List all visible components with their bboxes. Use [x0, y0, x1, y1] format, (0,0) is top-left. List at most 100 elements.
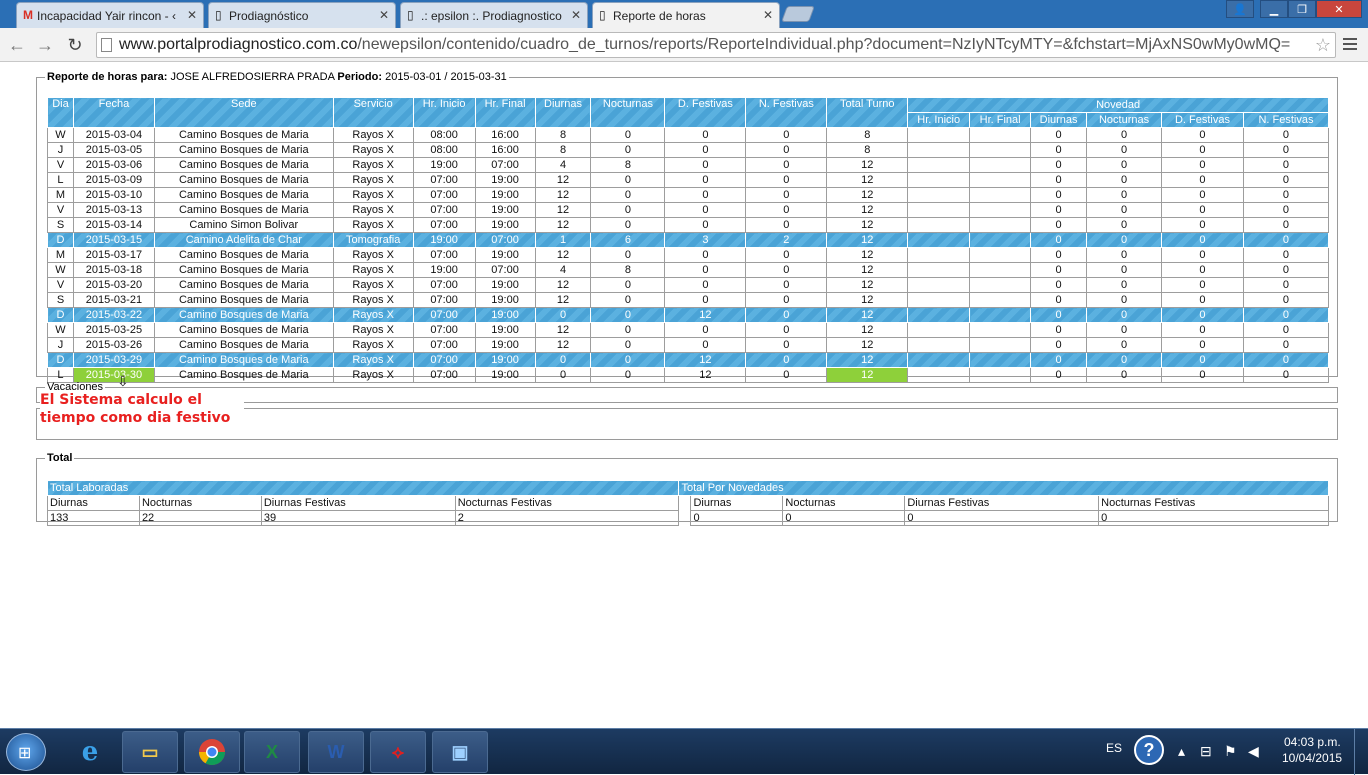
cell-fecha: 2015-03-09 [72, 172, 155, 188]
close-icon[interactable]: ✕ [763, 8, 773, 22]
column-header: Total Turno [826, 97, 909, 128]
language-indicator[interactable]: ES [1106, 741, 1122, 755]
cell-ini: 07:00 [412, 337, 476, 353]
action-center-flag-icon[interactable]: ⚑ [1224, 743, 1237, 760]
start-button[interactable]: ⊞ [6, 733, 46, 771]
show-desktop-button[interactable] [1354, 729, 1368, 775]
novedad-column-header: Diurnas [1030, 112, 1088, 128]
cell-servicio: Tomografia [332, 232, 414, 248]
minimize-button[interactable]: ▁ [1260, 0, 1288, 18]
explorer-icon[interactable]: ▭ [122, 731, 178, 773]
cell-diu: 12 [534, 292, 592, 308]
cell-sede: Camino Bosques de Maria [153, 292, 334, 308]
cell-novedad: 0 [1161, 127, 1244, 143]
cell-dia: J [47, 337, 74, 353]
cell-novedad: 0 [1086, 352, 1163, 368]
browser-toolbar: ← → ↻ www.portalprodiagnostico.com.co/ne… [0, 28, 1368, 62]
cell-noc: 0 [590, 142, 666, 158]
cell-dfe: 0 [664, 187, 747, 203]
cell-ini: 19:00 [412, 262, 476, 278]
bookmark-star-icon[interactable]: ☆ [1310, 33, 1331, 57]
cell-diu: 12 [534, 187, 592, 203]
cell-novedad: 0 [1242, 157, 1330, 173]
cell-dfe: 0 [664, 157, 747, 173]
network-icon[interactable]: ⊟ [1200, 743, 1212, 760]
cell-servicio: Rayos X [332, 262, 414, 278]
excel-icon[interactable]: X [244, 731, 300, 773]
back-arrow-icon[interactable]: ← [6, 34, 28, 56]
remote-desktop-icon[interactable]: ▣ [432, 731, 488, 773]
cell-novedad [907, 232, 971, 248]
new-tab-button[interactable] [781, 6, 815, 22]
word-icon[interactable]: W [308, 731, 364, 773]
show-hidden-icons-icon[interactable]: ▴ [1178, 743, 1185, 760]
maximize-button[interactable]: ❐ [1288, 0, 1316, 18]
cell-tot: 12 [826, 262, 909, 278]
total-fieldset: Total Total Laboradas Total Por Novedade… [36, 452, 1338, 526]
clock-date[interactable]: 10/04/2015 [1282, 751, 1342, 765]
total-legend: Total [47, 452, 73, 464]
close-window-button[interactable]: ✕ [1316, 0, 1362, 18]
close-icon[interactable]: ✕ [187, 8, 197, 22]
tab-reporte-de-horas[interactable]: ▯ Reporte de horas ✕ [592, 2, 780, 29]
cell-dfe: 0 [664, 337, 747, 353]
cell-servicio: Rayos X [332, 142, 414, 158]
forward-arrow-icon[interactable]: → [34, 34, 56, 56]
cell-diu: 12 [534, 172, 592, 188]
cell-novedad: 0 [1086, 217, 1163, 233]
cell-novedad: 0 [1161, 187, 1244, 203]
table-row: L 2015-03-09 Camino Bosques de Maria Rayos … [47, 172, 1330, 188]
cell-nfe: 0 [745, 172, 828, 188]
table-row: D 2015-03-22 Camino Bosques de Maria Rayos … [47, 307, 1330, 323]
cell-ini: 08:00 [412, 127, 476, 143]
page-icon: ▯ [215, 8, 222, 22]
volume-icon[interactable]: ◀ [1248, 743, 1259, 760]
acrobat-icon[interactable]: ⟡ [370, 731, 426, 773]
cell-dfe: 12 [664, 307, 747, 323]
cell-dia: V [47, 202, 74, 218]
cell-ini: 07:00 [412, 277, 476, 293]
cell-nfe: 0 [745, 247, 828, 263]
cell-novedad [907, 292, 971, 308]
cell-diu: 12 [534, 277, 592, 293]
page-icon [101, 38, 112, 52]
cell-fin: 19:00 [474, 307, 536, 323]
total-laboradas-header: Total Laboradas [46, 480, 680, 496]
cell-novedad: 0 [1161, 352, 1244, 368]
cell-fin: 19:00 [474, 352, 536, 368]
cell-ini: 07:00 [412, 202, 476, 218]
cell-fin: 07:00 [474, 232, 536, 248]
cell-fin: 16:00 [474, 127, 536, 143]
cell-dia: M [47, 187, 74, 203]
ie-icon[interactable]: e [62, 731, 118, 773]
browser-tab-strip: M Incapacidad Yair rincon - ‹ ✕ ▯ Prodia… [0, 0, 1368, 29]
totals-cell: Diurnas [690, 495, 784, 511]
cell-novedad: 0 [1030, 337, 1088, 353]
cell-novedad: 0 [1161, 322, 1244, 338]
cell-diu: 8 [534, 127, 592, 143]
reload-icon[interactable]: ↻ [64, 34, 86, 56]
browser-menu-icon[interactable] [1343, 38, 1357, 53]
cell-ini: 07:00 [412, 217, 476, 233]
cell-nfe: 0 [745, 322, 828, 338]
cell-novedad: 0 [1086, 322, 1163, 338]
table-row: J 2015-03-26 Camino Bosques de Maria Rayos … [47, 337, 1330, 353]
cell-sede: Camino Bosques de Maria [153, 277, 334, 293]
help-icon[interactable]: ? [1134, 735, 1164, 765]
cell-novedad: 0 [1242, 247, 1330, 263]
tab-epsilon[interactable]: ▯ .: epsilon :. Prodiagnostico ✕ [400, 2, 588, 28]
tab-prodiagnostico[interactable]: ▯ Prodiagnóstico ✕ [208, 2, 396, 28]
close-icon[interactable]: ✕ [571, 8, 581, 22]
address-bar[interactable]: www.portalprodiagnostico.com.co/newepsil… [96, 32, 1336, 58]
cell-fecha: 2015-03-14 [72, 217, 155, 233]
totals-cell: Diurnas Festivas [904, 495, 1100, 511]
user-profile-button[interactable]: 👤 [1226, 0, 1254, 18]
cell-novedad: 0 [1030, 307, 1088, 323]
chrome-icon[interactable] [184, 731, 240, 773]
tab-gmail[interactable]: M Incapacidad Yair rincon - ‹ ✕ [16, 2, 204, 28]
column-header: Hr. Inicio [412, 97, 476, 128]
clock-time[interactable]: 04:03 p.m. [1284, 735, 1341, 749]
cell-novedad: 0 [1242, 337, 1330, 353]
totals-header-row: Total Laboradas Total Por Novedades [46, 480, 1329, 496]
close-icon[interactable]: ✕ [379, 8, 389, 22]
